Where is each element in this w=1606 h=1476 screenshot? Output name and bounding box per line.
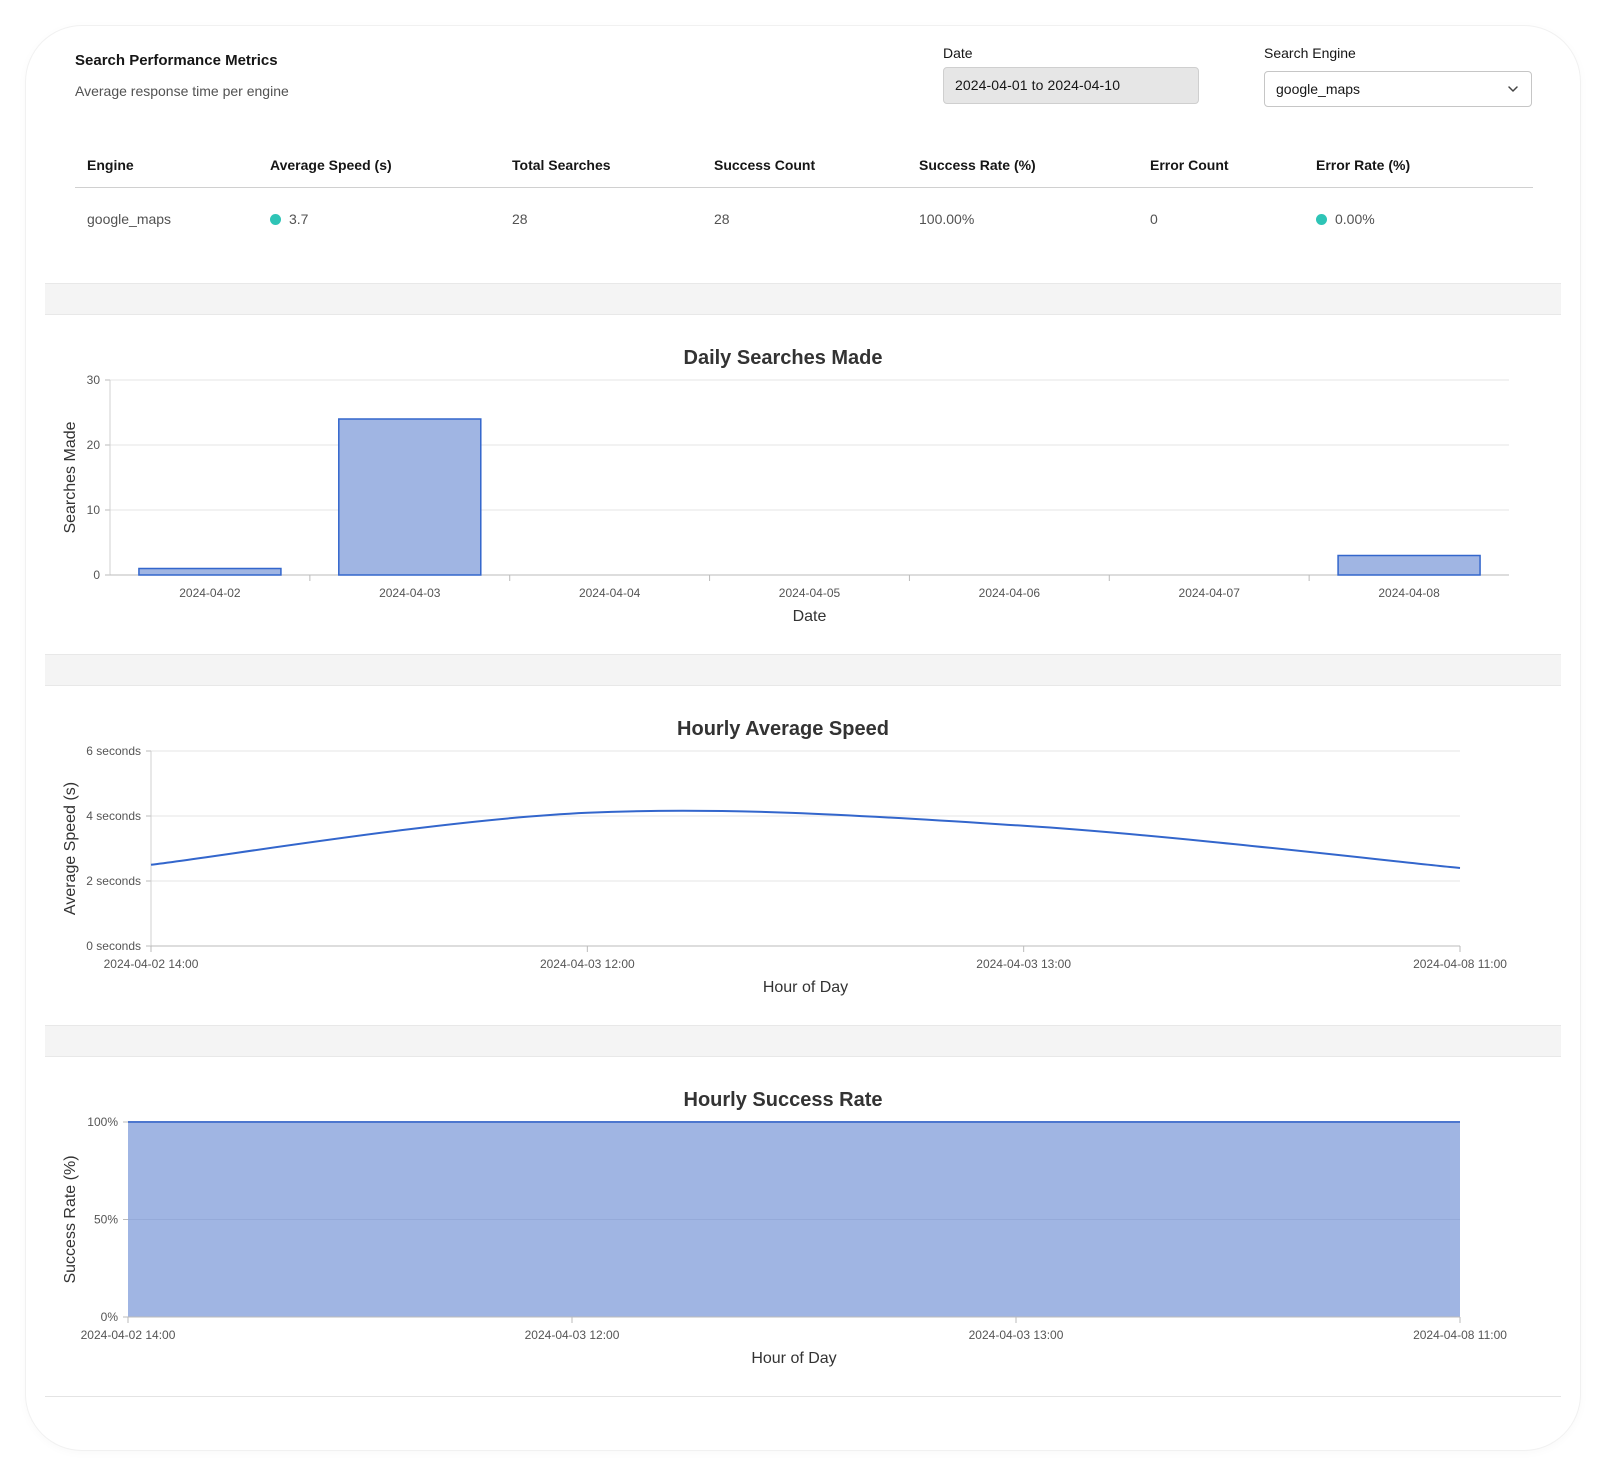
page-title: Search Performance Metrics bbox=[75, 52, 278, 69]
y-tick-label: 100% bbox=[87, 1115, 118, 1129]
cell-total-searches: 28 bbox=[512, 211, 528, 228]
x-tick-label: 2024-04-03 bbox=[379, 586, 441, 600]
search-engine-value: google_maps bbox=[1276, 81, 1361, 97]
column-header-error-count[interactable]: Error Count bbox=[1138, 143, 1304, 188]
cell-engine: google_maps bbox=[87, 211, 172, 228]
hourly-average-speed-chart: Hourly Average Speed 0 seconds 2 seconds 4 … bbox=[45, 686, 1561, 1026]
date-label: Date bbox=[943, 45, 973, 61]
y-tick-label: 2 seconds bbox=[86, 874, 141, 888]
daily-searches-chart: Daily Searches Made 0 10 20 30 2024-04-02 2024… bbox=[45, 315, 1561, 655]
x-tick-label: 2024-04-03 13:00 bbox=[976, 957, 1071, 971]
x-tick-label: 2024-04-08 11:00 bbox=[1413, 1328, 1507, 1342]
x-tick-label: 2024-04-03 13:00 bbox=[969, 1328, 1064, 1342]
x-tick-label: 2024-04-03 12:00 bbox=[525, 1328, 620, 1342]
y-tick-label: 0% bbox=[101, 1310, 119, 1324]
hourly-success-rate-chart-svg: Hourly Success Rate 0% 50% 100% 2024-04-02 1… bbox=[62, 1089, 1507, 1367]
search-engine-select[interactable]: google_maps bbox=[1264, 71, 1532, 107]
date-range-input[interactable]: 2024-04-01 to 2024-04-10 bbox=[943, 67, 1199, 104]
page-subtitle: Average response time per engine bbox=[75, 83, 289, 99]
section-divider bbox=[45, 1396, 1561, 1397]
daily-searches-chart-svg: Daily Searches Made 0 10 20 30 2024-04-02 2024… bbox=[62, 347, 1509, 625]
bar bbox=[338, 418, 482, 576]
search-engine-label: Search Engine bbox=[1264, 45, 1356, 61]
x-tick-label: 2024-04-06 bbox=[979, 586, 1041, 600]
x-tick-label: 2024-04-07 bbox=[1179, 586, 1241, 600]
chart-title: Hourly Average Speed bbox=[677, 718, 889, 740]
cell-success-rate: 100.00% bbox=[919, 211, 975, 228]
y-tick-label: 10 bbox=[87, 503, 101, 517]
table-header-row: Engine Average Speed (s) Total Searches … bbox=[75, 143, 1533, 188]
column-header-engine[interactable]: Engine bbox=[75, 143, 258, 188]
y-tick-label: 0 seconds bbox=[86, 939, 141, 953]
metrics-table: Engine Average Speed (s) Total Searches … bbox=[75, 143, 1533, 251]
chart-title: Daily Searches Made bbox=[684, 347, 883, 369]
section-divider bbox=[45, 1025, 1561, 1057]
cell-error-rate: 0.00% bbox=[1304, 187, 1533, 251]
x-axis-label: Hour of Day bbox=[763, 979, 848, 996]
x-tick-label: 2024-04-08 bbox=[1378, 586, 1440, 600]
cell-average-speed: 3.7 bbox=[258, 187, 500, 251]
x-tick-label: 2024-04-04 bbox=[579, 586, 641, 600]
cell-success-count: 28 bbox=[714, 211, 730, 228]
table-row: google_maps 3.7 28 28 100.00% 0 0.00% bbox=[75, 187, 1533, 251]
chevron-down-icon bbox=[1508, 86, 1518, 92]
x-axis-label: Date bbox=[793, 608, 827, 625]
bar bbox=[1337, 554, 1481, 576]
x-axis-label: Hour of Day bbox=[751, 1350, 836, 1367]
y-tick-label: 0 bbox=[93, 568, 100, 582]
y-tick-label: 4 seconds bbox=[86, 809, 141, 823]
section-divider bbox=[45, 283, 1561, 315]
column-header-success-count[interactable]: Success Count bbox=[702, 143, 907, 188]
status-dot-icon bbox=[1316, 214, 1327, 226]
y-axis-label: Success Rate (%) bbox=[62, 1155, 79, 1283]
y-tick-label: 20 bbox=[87, 438, 101, 452]
column-header-total-searches[interactable]: Total Searches bbox=[500, 143, 702, 188]
bar bbox=[138, 567, 282, 576]
series-line bbox=[150, 809, 1461, 869]
section-divider bbox=[45, 654, 1561, 686]
hourly-average-speed-chart-svg: Hourly Average Speed 0 seconds 2 seconds 4 … bbox=[62, 718, 1507, 996]
x-tick-label: 2024-04-03 12:00 bbox=[540, 957, 635, 971]
x-tick-label: 2024-04-08 11:00 bbox=[1413, 957, 1507, 971]
x-tick-label: 2024-04-02 14:00 bbox=[104, 957, 199, 971]
y-axis-label: Searches Made bbox=[62, 421, 79, 533]
error-rate-value: 0.00% bbox=[1335, 211, 1375, 228]
cell-error-count: 0 bbox=[1150, 211, 1158, 228]
column-header-average-speed[interactable]: Average Speed (s) bbox=[258, 143, 500, 188]
y-axis-label: Average Speed (s) bbox=[62, 782, 79, 915]
x-tick-label: 2024-04-02 14:00 bbox=[81, 1328, 176, 1342]
y-tick-label: 50% bbox=[94, 1213, 118, 1227]
x-tick-label: 2024-04-02 bbox=[179, 586, 241, 600]
average-speed-value: 3.7 bbox=[289, 211, 309, 228]
x-tick-label: 2024-04-05 bbox=[779, 586, 841, 600]
y-tick-label: 6 seconds bbox=[86, 744, 141, 758]
hourly-success-rate-chart: Hourly Success Rate 0% 50% 100% 2024-04-02 1… bbox=[45, 1057, 1561, 1397]
chart-title: Hourly Success Rate bbox=[684, 1089, 883, 1111]
column-header-success-rate[interactable]: Success Rate (%) bbox=[907, 143, 1138, 188]
status-dot-icon bbox=[270, 214, 281, 226]
column-header-error-rate[interactable]: Error Rate (%) bbox=[1304, 143, 1533, 188]
y-tick-label: 30 bbox=[87, 373, 101, 387]
